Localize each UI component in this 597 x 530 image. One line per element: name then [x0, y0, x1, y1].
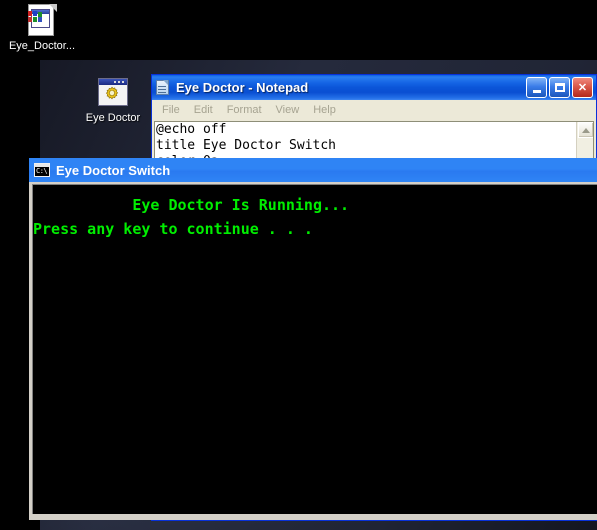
console-titlebar[interactable]: C:\ Eye Doctor Switch	[29, 158, 597, 182]
command-prompt-icon-text: C:\	[36, 167, 48, 175]
notepad-menubar[interactable]: File Edit Format View Help	[152, 100, 596, 121]
minimize-button[interactable]	[526, 77, 547, 98]
menu-item-edit[interactable]: Edit	[187, 102, 220, 118]
desktop-icon-label: Eye_Doctor...	[8, 40, 76, 52]
console-frame: Eye Doctor Is Running... Press any key t…	[29, 182, 597, 520]
scroll-up-arrow-icon[interactable]	[578, 122, 593, 138]
menu-item-file[interactable]: File	[155, 102, 187, 118]
console-screen[interactable]: Eye Doctor Is Running... Press any key t…	[32, 184, 597, 514]
desktop[interactable]: Eye_Doctor... Eye Doctor Eye Doctor - No…	[0, 0, 597, 530]
menu-item-help[interactable]: Help	[306, 102, 343, 118]
menu-item-view[interactable]: View	[269, 102, 307, 118]
menu-item-format[interactable]: Format	[220, 102, 269, 118]
desktop-icon-eye-doctor-app[interactable]: Eye Doctor	[71, 76, 155, 125]
command-prompt-icon: C:\	[34, 163, 50, 177]
close-button[interactable]: ✕	[572, 77, 593, 98]
console-output-text: Eye Doctor Is Running... Press any key t…	[33, 196, 350, 238]
notepad-window-controls: ✕	[526, 77, 593, 98]
notepad-document-icon	[155, 79, 171, 96]
desktop-icon-eye-doctor-file[interactable]: Eye_Doctor...	[0, 4, 84, 53]
notepad-title-text: Eye Doctor - Notepad	[176, 80, 309, 95]
desktop-icon-label: Eye Doctor	[85, 112, 141, 124]
command-prompt-window[interactable]: C:\ Eye Doctor Switch Eye Doctor Is Runn…	[29, 158, 597, 520]
application-gear-icon	[97, 76, 129, 108]
maximize-button[interactable]	[549, 77, 570, 98]
batch-file-icon	[26, 4, 58, 36]
console-title-text: Eye Doctor Switch	[56, 162, 171, 178]
notepad-titlebar[interactable]: Eye Doctor - Notepad ✕	[152, 75, 596, 100]
